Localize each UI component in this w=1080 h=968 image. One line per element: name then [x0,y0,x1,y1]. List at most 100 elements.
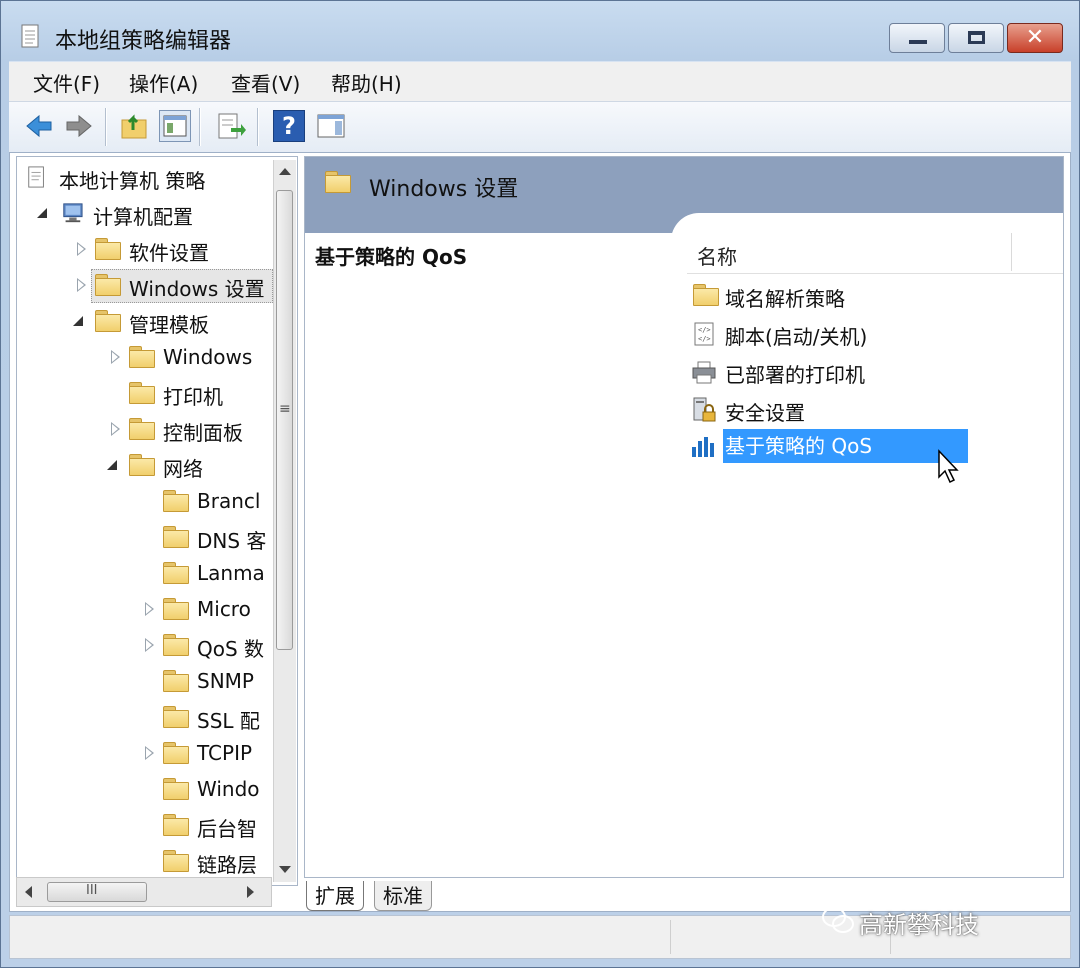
tree-item-network-child[interactable]: Lanma [21,557,271,591]
scroll-up-arrow-icon[interactable] [279,168,291,175]
column-name-header[interactable]: 名称 [697,241,737,270]
menu-action[interactable]: 操作(A) [129,68,198,97]
folder-icon [163,742,189,764]
scroll-thumb[interactable]: III [47,882,147,902]
folder-icon [129,454,155,476]
show-hide-tree-button[interactable] [159,110,191,142]
wechat-icon [822,907,854,933]
forward-arrow-icon[interactable] [63,110,95,142]
tree-item-network-child[interactable]: DNS 客 [21,521,271,555]
tree-item-label: Brancl [197,489,261,513]
collapsed-arrow-icon[interactable] [77,278,86,292]
collapsed-arrow-icon[interactable] [145,746,154,760]
tree-item-network-child[interactable]: Brancl [21,485,271,519]
folder-icon [95,310,121,332]
expanded-arrow-icon[interactable] [37,208,47,218]
grip-icon: ≡ [279,401,291,417]
tree-item-computer-config[interactable]: 计算机配置 [21,197,261,231]
folder-icon [163,562,189,584]
collapsed-arrow-icon[interactable] [111,422,120,436]
tree-item-network[interactable]: 网络 [21,449,261,483]
folder-icon [129,382,155,404]
collapsed-arrow-icon[interactable] [145,602,154,616]
watermark: 高新攀科技 [822,905,979,940]
list-item-label: 基于策略的 QoS [723,429,969,463]
list-item-security-settings[interactable]: 安全设置 [691,393,1011,427]
item-description-title: 基于策略的 QoS [315,245,468,269]
collapsed-arrow-icon[interactable] [111,350,120,364]
tree-item-label: 软件设置 [129,241,209,265]
collapsed-arrow-icon[interactable] [145,638,154,652]
menu-file[interactable]: 文件(F) [33,68,100,97]
maximize-icon [968,31,985,44]
column-divider[interactable] [1011,233,1012,271]
toolbar-separator [257,108,259,146]
collapsed-arrow-icon[interactable] [77,242,86,256]
scroll-down-arrow-icon[interactable] [279,866,291,873]
computer-icon [57,202,83,224]
folder-icon [163,598,189,620]
folder-icon [129,418,155,440]
folder-icon [163,706,189,728]
tree-item-network-child[interactable]: TCPIP [21,737,271,771]
policy-document-icon [21,24,39,48]
list-item-label: 域名解析策略 [725,287,845,311]
tree-item-network-child[interactable]: SSL 配 [21,701,271,735]
mouse-cursor-icon [938,449,959,484]
tree-item-software-settings[interactable]: 软件设置 [21,233,261,267]
expanded-arrow-icon[interactable] [107,460,117,470]
tree-item-label: 控制面板 [163,421,243,445]
list-item-dns-policy[interactable]: 域名解析策略 [691,279,1011,313]
list-item-policy-based-qos[interactable]: 基于策略的 QoS [691,429,1011,463]
tree-item-root[interactable]: 本地计算机 策略 [21,161,261,195]
window-title: 本地组策略编辑器 [55,29,232,54]
details-pane: Windows 设置 基于策略的 QoS 名称 域名解析策略 </> </> 脚… [304,156,1064,878]
scroll-thumb[interactable]: ≡ [276,190,293,650]
folder-icon [325,171,351,193]
menu-view[interactable]: 查看(V) [231,68,300,97]
list-item-deployed-printers[interactable]: 已部署的打印机 [691,355,1011,389]
scroll-right-arrow-icon[interactable] [247,886,254,898]
tree-item-network-child[interactable]: Windo [21,773,271,807]
tree-item-windows-components[interactable]: Windows [21,341,261,375]
show-action-pane-icon[interactable] [315,110,347,142]
folder-icon [163,778,189,800]
tree-item-label: Micro [197,597,251,621]
tab-standard[interactable]: 标准 [374,881,432,911]
script-icon: </> </> [694,322,714,346]
tree-item-label: SSL 配 [197,709,260,733]
export-list-icon[interactable] [215,110,247,142]
tab-extended[interactable]: 扩展 [306,881,364,911]
tree-item-network-child[interactable]: SNMP [21,665,271,699]
title-bar[interactable]: 本地组策略编辑器 ✕ [1,1,1079,61]
list-item-label: 已部署的打印机 [725,363,865,387]
tree-item-label: Lanma [197,561,265,585]
watermark-text: 高新攀科技 [859,911,979,939]
menu-help[interactable]: 帮助(H) [331,68,402,97]
up-folder-icon[interactable] [119,110,151,142]
scroll-left-arrow-icon[interactable] [25,886,32,898]
close-button[interactable]: ✕ [1007,23,1063,53]
tree-item-network-child[interactable]: 链路层 [21,845,271,879]
minimize-button[interactable] [889,23,945,53]
tree-item-control-panel[interactable]: 控制面板 [21,413,261,447]
tree-item-label: 本地计算机 策略 [59,169,206,193]
tree-item-network-child[interactable]: QoS 数 [21,629,271,663]
folder-icon [163,670,189,692]
maximize-button[interactable] [948,23,1004,53]
folder-icon [163,850,189,872]
tree-item-network-child[interactable]: 后台智 [21,809,271,843]
list-item-scripts[interactable]: </> </> 脚本(启动/关机) [691,317,1011,351]
tree-vertical-scrollbar[interactable]: ≡ [273,160,296,882]
folder-icon [95,274,121,296]
tree-item-network-child[interactable]: Micro [21,593,271,627]
tree-item-windows-settings[interactable]: Windows 设置 [21,269,273,303]
close-icon: ✕ [1025,25,1045,50]
svg-text:</>: </> [698,335,711,343]
expanded-arrow-icon[interactable] [73,316,83,326]
tree-item-admin-templates[interactable]: 管理模板 [21,305,261,339]
back-arrow-icon[interactable] [23,110,55,142]
help-icon[interactable]: ? [273,110,305,142]
tree-horizontal-scrollbar[interactable]: III [16,877,272,907]
tree-item-printers[interactable]: 打印机 [21,377,261,411]
